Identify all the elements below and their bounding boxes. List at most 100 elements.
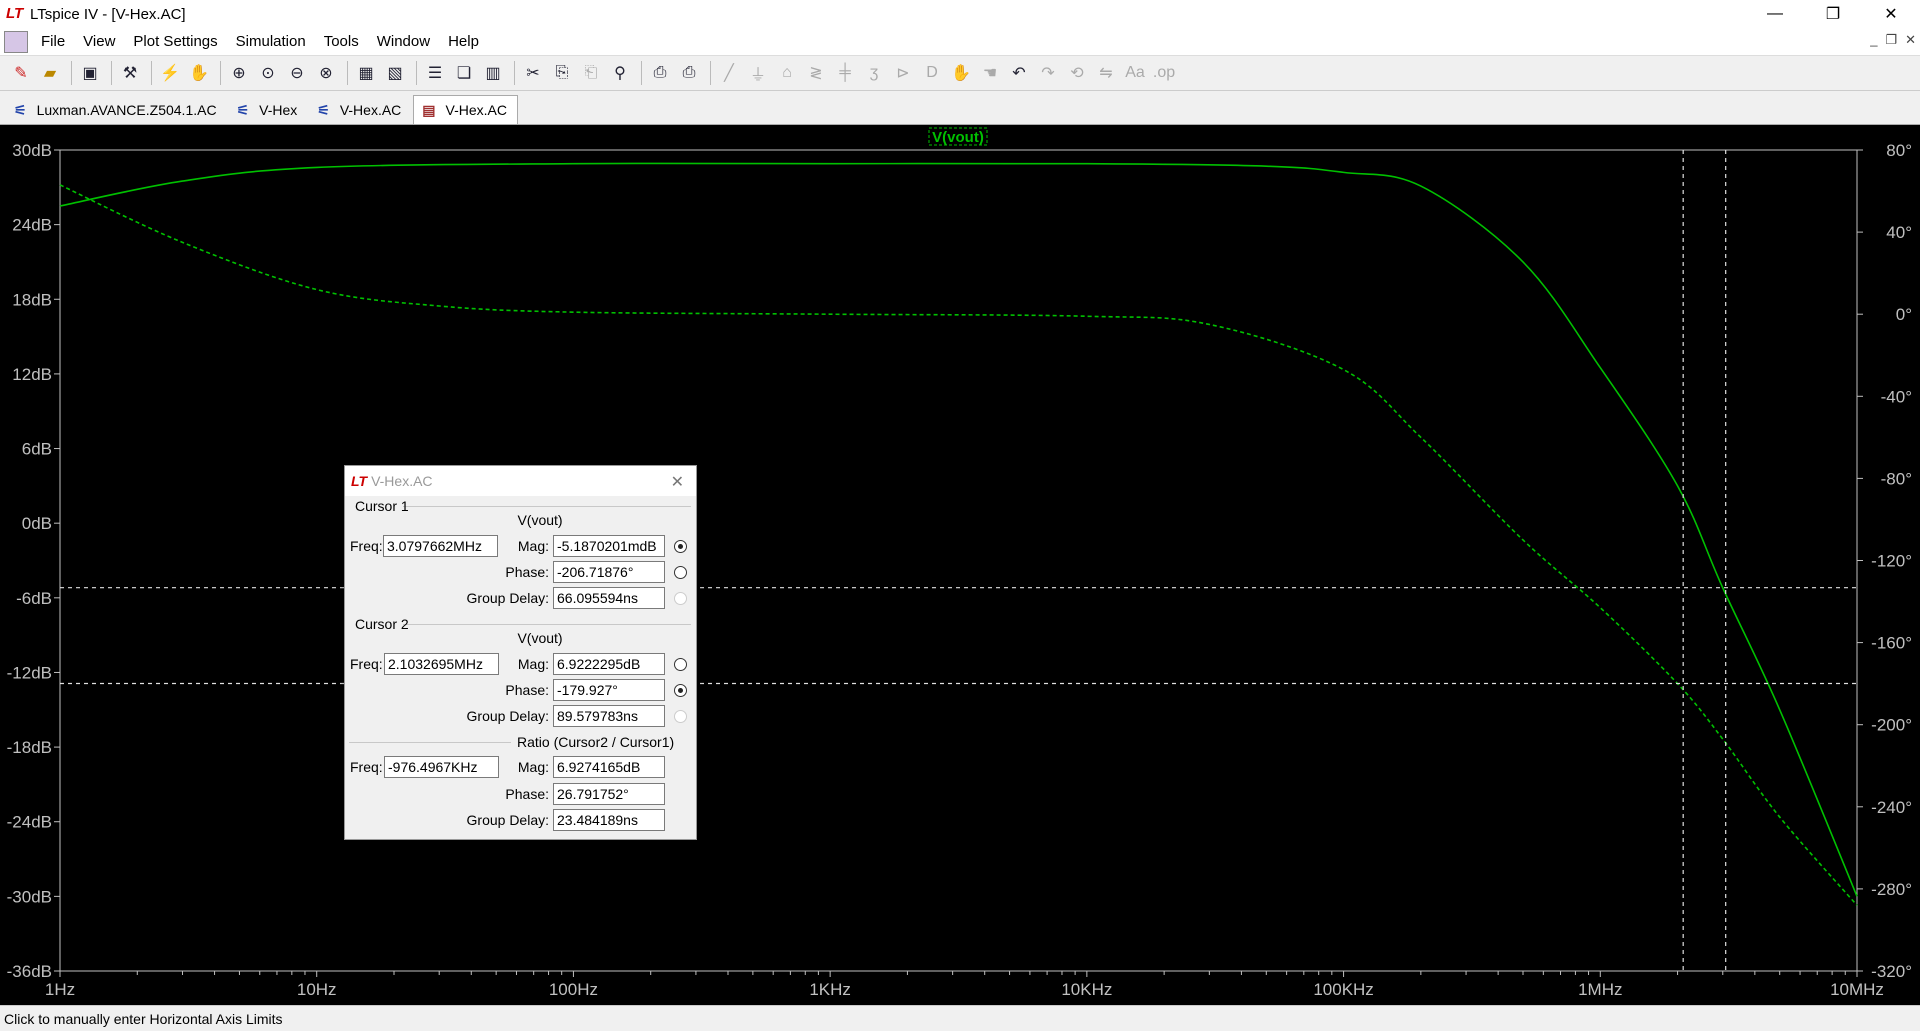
inductor-icon[interactable]: ʒ (861, 60, 887, 86)
cursor2-trace: V(vout) (517, 630, 563, 646)
waveform-doc-icon[interactable] (4, 30, 28, 53)
menu-file[interactable]: File (32, 33, 74, 50)
save-icon[interactable]: ▣ (77, 60, 103, 86)
title-bar: LT LTspice IV - [V-Hex.AC] — ❐ ✕ (0, 0, 1920, 28)
menu-window[interactable]: Window (368, 33, 439, 50)
trace-label: V(vout) (932, 129, 984, 146)
menu-tools[interactable]: Tools (315, 33, 368, 50)
cursor1-freq-field[interactable]: 3.0797662MHz (383, 535, 498, 557)
ltspice-app-icon: LT (6, 5, 24, 22)
tab-v-hex[interactable]: ⚟ V-Hex (229, 96, 308, 124)
new-schematic-icon[interactable]: ✎ (8, 60, 34, 86)
cascade-icon[interactable]: ❏ (451, 60, 477, 86)
right-tick-label: 80° (1886, 141, 1912, 160)
right-tick-label: -280° (1871, 880, 1912, 899)
cursor2-phase-field[interactable]: -179.927° (553, 679, 665, 701)
tab-v-hex-ac-schematic[interactable]: ⚟ V-Hex.AC (309, 96, 411, 124)
plot-frame (59, 149, 1858, 972)
cursor2-mag-field[interactable]: 6.9222295dB (553, 653, 665, 675)
zoom-in-icon[interactable]: ⊕ (226, 60, 252, 86)
mirror-icon[interactable]: ⇋ (1093, 60, 1119, 86)
cut-icon[interactable]: ✂ (520, 60, 546, 86)
ltspice-dialog-icon: LT (351, 473, 368, 489)
menu-plot-settings[interactable]: Plot Settings (124, 33, 226, 50)
window-title: LTspice IV - [V-Hex.AC] (30, 5, 186, 23)
rotate-icon[interactable]: ⟲ (1064, 60, 1090, 86)
autorange-icon[interactable]: ▦ (353, 60, 379, 86)
cursor1-freq-label: Freq: (350, 538, 383, 554)
move-icon[interactable]: ✋ (948, 60, 974, 86)
left-tick-label: -18dB (7, 738, 52, 757)
tab-luxman-avance[interactable]: ⚟ Luxman.AVANCE.Z504.1.AC (6, 96, 227, 124)
zoom-cancel-icon[interactable]: ⊗ (313, 60, 339, 86)
cursor2-mag-radio[interactable] (674, 658, 687, 671)
x-tick-label: 10KHz (1061, 980, 1112, 999)
zoom-extents-icon[interactable]: ⊙ (255, 60, 281, 86)
cursor2-freq-field[interactable]: 2.1032695MHz (384, 653, 499, 675)
redo-icon[interactable]: ↷ (1035, 60, 1061, 86)
cursor2-phase-radio[interactable] (674, 684, 687, 697)
print-icon[interactable]: ⎙ (676, 60, 702, 86)
dialog-close-icon[interactable]: ✕ (671, 472, 684, 492)
ground-icon[interactable]: ⏚ (745, 60, 771, 86)
mdi-minimize-icon[interactable]: _ (1870, 32, 1877, 48)
tab-v-hex-ac-waveform[interactable]: ▤ V-Hex.AC (413, 95, 518, 124)
label-icon[interactable]: ⌂ (774, 60, 800, 86)
undo-icon[interactable]: ↶ (1006, 60, 1032, 86)
component-icon[interactable]: D (919, 60, 945, 86)
cursor2-gd-field[interactable]: 89.579783ns (553, 705, 665, 727)
resistor-icon[interactable]: ≷ (803, 60, 829, 86)
wire-icon[interactable]: ╱ (716, 60, 742, 86)
tile-horizontal-icon[interactable]: ☰ (422, 60, 448, 86)
cursor1-mag-label: Mag: (517, 538, 549, 554)
schematic-icon: ⚟ (236, 101, 250, 118)
halt-icon[interactable]: ✋ (186, 60, 212, 86)
x-tick-label: 1KHz (809, 980, 851, 999)
control-panel-icon[interactable]: ⚒ (117, 60, 143, 86)
measure-icon[interactable]: ▧ (382, 60, 408, 86)
cursor1-gd-field[interactable]: 66.095594ns (553, 587, 665, 609)
run-icon[interactable]: ⚡ (157, 60, 183, 86)
waveform-plot[interactable]: 30dB 24dB 18dB 12dB 6dB 0dB -6dB -12dB -18dB -24d… (0, 125, 1920, 1005)
cursor1-phase-label: Phase: (505, 564, 549, 580)
ratio-mag-field[interactable]: 6.9274165dB (553, 756, 665, 778)
paste-icon[interactable]: ⎗ (578, 60, 604, 86)
cursor1-phase-radio[interactable] (674, 566, 687, 579)
spice-directive-icon[interactable]: .op (1151, 60, 1177, 86)
diode-icon[interactable]: ⊳ (890, 60, 916, 86)
cursor1-group-label: Cursor 1 (355, 498, 409, 514)
zoom-out-icon[interactable]: ⊖ (284, 60, 310, 86)
text-icon[interactable]: Aa (1122, 60, 1148, 86)
x-tick-label: 1Hz (45, 980, 75, 999)
restore-button[interactable]: ❐ (1804, 0, 1862, 28)
status-bar: Click to manually enter Horizontal Axis … (0, 1005, 1920, 1031)
right-tick-label: -40° (1881, 387, 1912, 406)
cursor1-phase-field[interactable]: -206.71876° (553, 561, 665, 583)
ratio-phase-field[interactable]: 26.791752° (553, 783, 665, 805)
copy-icon[interactable]: ⎘ (549, 60, 575, 86)
close-button[interactable]: ✕ (1862, 0, 1920, 28)
plot-svg[interactable]: 30dB 24dB 18dB 12dB 6dB 0dB -6dB -12dB -18dB -24d… (0, 125, 1920, 1005)
menu-view[interactable]: View (74, 33, 124, 50)
status-text: Click to manually enter Horizontal Axis … (4, 1010, 283, 1027)
minimize-button[interactable]: — (1746, 0, 1804, 28)
ratio-freq-field[interactable]: -976.4967KHz (384, 756, 499, 778)
tile-vertical-icon[interactable]: ▥ (480, 60, 506, 86)
left-tick-label: -36dB (7, 962, 52, 981)
cursor1-mag-radio[interactable] (674, 540, 687, 553)
menu-help[interactable]: Help (439, 33, 488, 50)
mdi-close-icon[interactable]: ✕ (1905, 32, 1916, 48)
cursor1-mag-field[interactable]: -5.1870201mdB (553, 535, 665, 557)
open-icon[interactable]: ▰ (37, 60, 63, 86)
ratio-group-label: Ratio (Cursor2 / Cursor1) (517, 734, 675, 750)
ratio-phase-label: Phase: (505, 786, 549, 802)
drag-icon[interactable]: ☚ (977, 60, 1003, 86)
mdi-restore-icon[interactable]: ❐ (1885, 32, 1897, 48)
print-setup-icon[interactable]: ⎙ (647, 60, 673, 86)
find-icon[interactable]: ⚲ (607, 60, 633, 86)
menu-simulation[interactable]: Simulation (227, 33, 315, 50)
cursor2-gd-radio (674, 710, 687, 723)
left-tick-label: 0dB (22, 514, 52, 533)
ratio-gd-field[interactable]: 23.484189ns (553, 809, 665, 831)
capacitor-icon[interactable]: ╪ (832, 60, 858, 86)
